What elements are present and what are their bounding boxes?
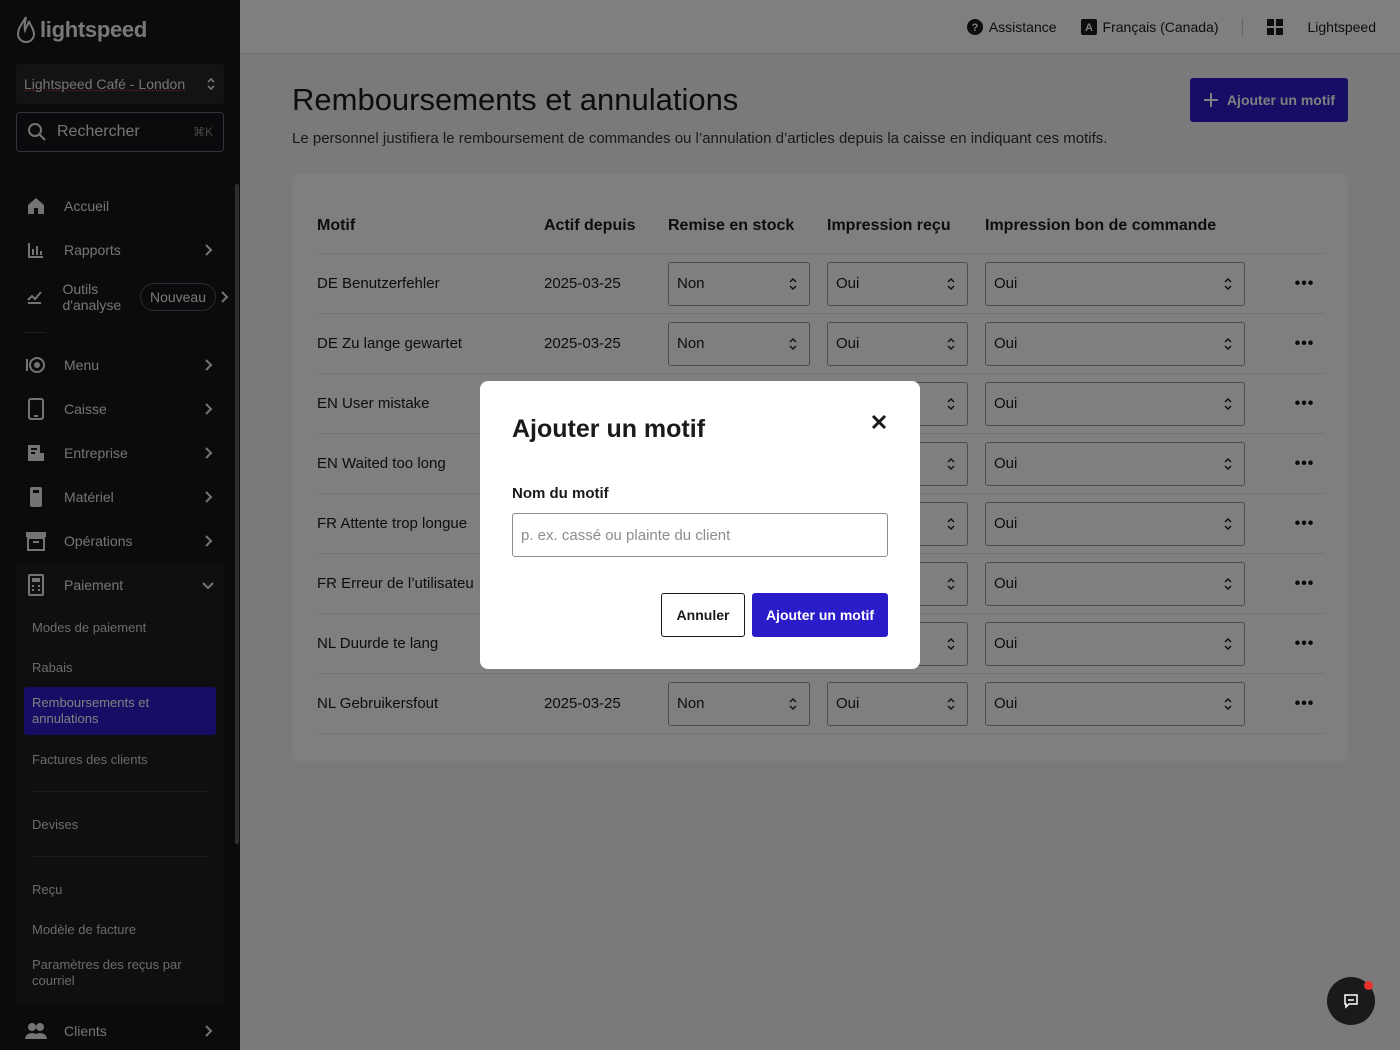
confirm-add-reason-button[interactable]: Ajouter un motif xyxy=(752,593,888,637)
cancel-button[interactable]: Annuler xyxy=(661,593,745,637)
reason-name-input[interactable] xyxy=(512,513,888,557)
reason-name-label: Nom du motif xyxy=(512,485,609,502)
notification-dot xyxy=(1364,981,1373,990)
add-reason-modal: Ajouter un motif Nom du motif Annuler Aj… xyxy=(480,381,920,669)
chat-button[interactable] xyxy=(1327,977,1375,1025)
modal-title: Ajouter un motif xyxy=(512,415,706,443)
chat-icon xyxy=(1344,994,1358,1009)
close-icon[interactable] xyxy=(870,413,888,431)
